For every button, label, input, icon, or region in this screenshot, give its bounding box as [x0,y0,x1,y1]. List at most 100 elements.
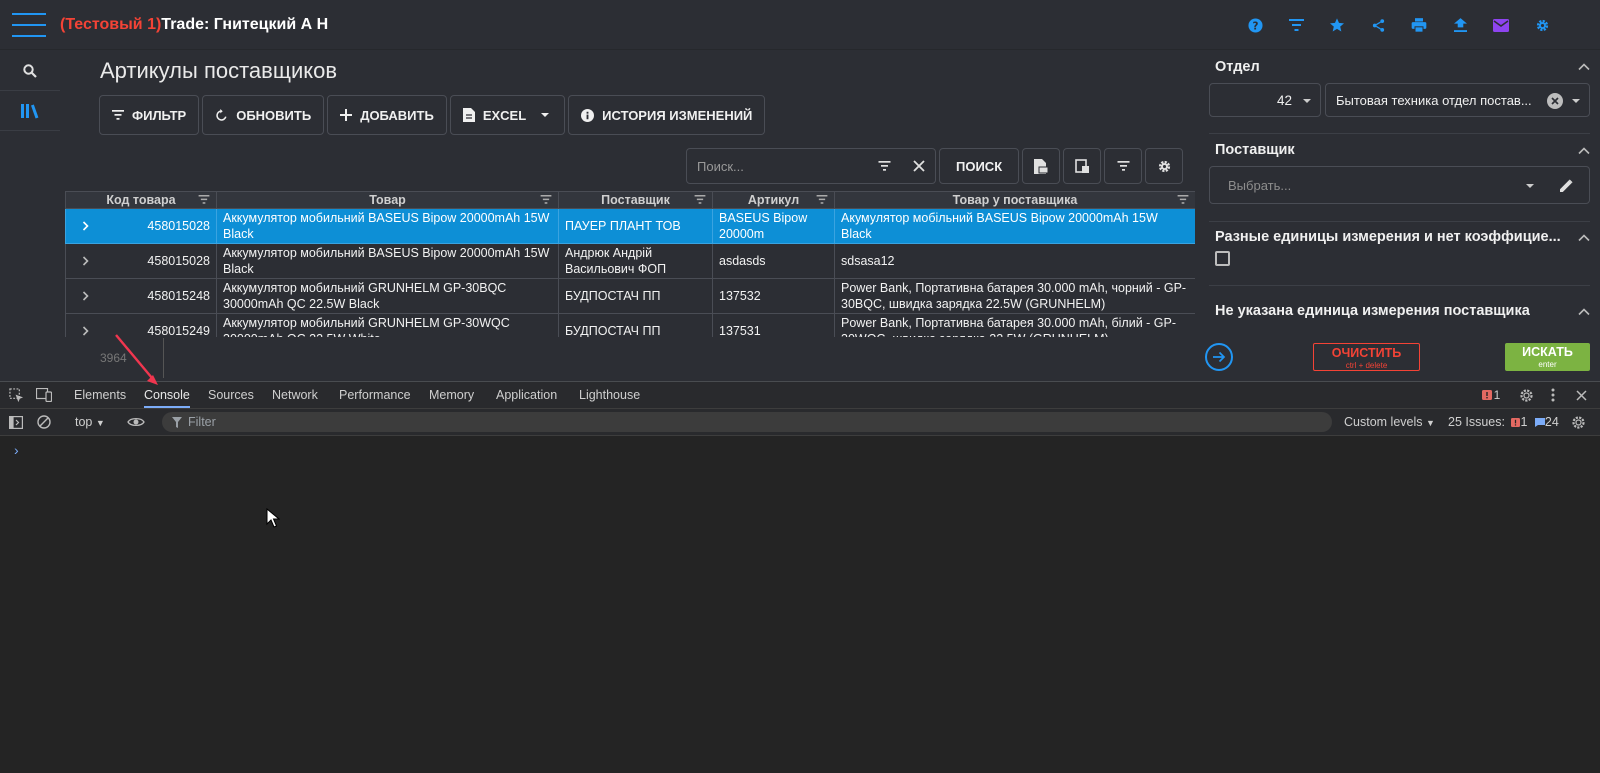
column-filter-icon[interactable] [540,195,552,204]
console-filter[interactable]: Filter [162,412,1332,432]
tab-performance[interactable]: Performance [339,382,411,408]
more-options-icon[interactable] [1545,387,1561,403]
context-selector[interactable]: top ▼ [75,415,105,429]
clear-search-icon[interactable] [913,160,925,172]
refresh-button[interactable]: ОБНОВИТЬ [202,95,325,135]
test-env-label: (Тестовый 1) [60,16,162,33]
share-icon[interactable] [1368,15,1388,35]
excel-button[interactable]: EXCEL [449,95,566,135]
page-title: Артикулы поставщиков [100,58,338,83]
issues-summary[interactable]: 25 Issues: 1 24 [1448,415,1559,429]
upload-icon[interactable] [1450,15,1470,35]
apply-search-button[interactable]: ИСКАТЬ enter [1505,343,1590,371]
filter-button[interactable]: ФИЛЬТР [99,95,200,135]
cell-supplier: БУДПОСТАЧ ПП [558,313,713,337]
menu-icon[interactable] [12,10,46,40]
dept-number-value: 42 [1276,92,1292,108]
cell-supplier: БУДПОСТАЧ ПП [558,278,713,314]
star-icon[interactable] [1327,15,1347,35]
dept-name-value: Бытовая техника отдел постав... [1336,92,1532,108]
cell-article: 137532 [712,278,835,314]
clear-button[interactable]: ОЧИСТИТЬ ctrl + delete [1313,343,1420,371]
collapse-chevron-icon[interactable] [1578,63,1590,71]
inspect-element-icon[interactable] [8,387,24,403]
device-toolbar-icon[interactable] [36,387,52,403]
table-row[interactable]: 458015028 Аккумулятор мобильний BASEUS B… [65,208,1195,244]
tab-elements[interactable]: Elements [74,382,126,408]
dept-number-select[interactable]: 42 [1209,83,1321,117]
col-header-article[interactable]: Артикул [712,191,835,209]
search-filter-icon[interactable] [878,161,891,171]
col-supplier-product-label: Товар у поставщика [952,193,1078,207]
svg-text:?: ? [1252,20,1258,32]
sidebar-toggle-icon[interactable] [8,414,24,430]
tab-sources[interactable]: Sources [208,382,254,408]
cell-supplier-product: Power Bank, Портативна батарея 30.000 mA… [834,313,1195,337]
column-filter-icon[interactable] [694,195,706,204]
tab-memory[interactable]: Memory [429,382,474,408]
tab-console[interactable]: Console [144,382,190,408]
filter-icon[interactable] [1286,15,1306,35]
help-icon[interactable]: ? [1245,15,1265,35]
console-prompt[interactable]: › [14,442,19,458]
table-row[interactable]: 458015249 Аккумулятор мобильний GRUNHELM… [65,313,1195,337]
mail-icon[interactable] [1491,15,1511,35]
column-filter-icon[interactable] [1104,148,1143,184]
log-levels-dropdown[interactable]: Custom levels ▼ [1344,415,1435,429]
close-devtools-icon[interactable] [1573,387,1589,403]
app-title: (Тестовый 1)Trade: Гнитецкий А Н [60,16,328,34]
table-row[interactable]: 458015028 Аккумулятор мобильний BASEUS B… [65,243,1195,279]
search-input[interactable] [697,158,870,174]
dept-name-select[interactable]: Бытовая техника отдел постав... [1325,83,1590,117]
devtools-settings-icon[interactable] [1518,387,1534,403]
tab-lighthouse[interactable]: Lighthouse [579,382,640,408]
units-checkbox[interactable] [1215,251,1230,266]
column-filter-icon[interactable] [1177,195,1189,204]
search-button[interactable]: ПОИСК [939,148,1020,184]
clear-console-icon[interactable] [36,414,52,430]
add-button[interactable]: ДОБАВИТЬ [327,95,447,135]
nav-library-icon[interactable] [0,91,60,131]
clear-label: ОЧИСТИТЬ [1331,346,1402,360]
clear-circle-icon[interactable] [1547,93,1563,109]
col-header-product[interactable]: Товар [216,191,559,209]
expand-chevron-icon[interactable] [82,291,90,301]
nav-search-icon[interactable] [0,51,60,91]
plus-icon [340,109,353,121]
collapse-chevron-icon[interactable] [1578,234,1590,242]
levels-value: Custom levels [1344,415,1423,429]
col-header-supplier-product[interactable]: Товар у поставщика [834,191,1195,209]
supplier-select[interactable]: Выбрать... [1209,166,1590,204]
collapse-chevron-icon[interactable] [1578,308,1590,316]
print-icon[interactable] [1409,15,1429,35]
refresh-label: ОБНОВИТЬ [236,107,312,123]
live-expression-eye-icon[interactable] [126,414,146,430]
funnel-icon [172,416,182,428]
console-settings-icon[interactable] [1570,414,1586,430]
top-bar: (Тестовый 1)Trade: Гнитецкий А Н ? [0,0,1600,50]
layout-icon[interactable] [1063,148,1102,184]
col-header-code[interactable]: Код товара [65,191,217,209]
history-button[interactable]: ИСТОРИЯ ИЗМЕНЕНИЙ [568,95,766,135]
column-filter-icon[interactable] [816,195,828,204]
edit-pencil-icon[interactable] [1560,179,1573,192]
collapse-chevron-icon[interactable] [1578,147,1590,155]
grid-settings-icon[interactable] [1145,148,1184,184]
units-title: Разные единицы измерения и нет коэффицие… [1215,229,1561,245]
column-filter-icon[interactable] [198,195,210,204]
table-row[interactable]: 458015248 Аккумулятор мобильний GRUNHELM… [65,278,1195,314]
issues-badge[interactable]: 1 [1480,387,1502,403]
arrow-right-icon [1212,351,1225,363]
col-header-supplier[interactable]: Поставщик [558,191,713,209]
right-filter-panel: Отдел 42 Бытовая техника отдел постав...… [1205,51,1600,381]
expand-chevron-icon[interactable] [82,256,90,266]
settings-icon[interactable] [1532,15,1552,35]
apply-search-label: ИСКАТЬ [1522,345,1573,359]
expand-chevron-icon[interactable] [82,326,90,336]
export-pdf-icon[interactable] [1022,148,1061,184]
expand-chevron-icon[interactable] [82,221,90,231]
cell-product: Аккумулятор мобильний GRUNHELM GP-30WQC … [216,313,559,337]
tab-application[interactable]: Application [496,382,557,408]
apply-arrow-button[interactable] [1205,343,1233,371]
tab-network[interactable]: Network [272,382,318,408]
